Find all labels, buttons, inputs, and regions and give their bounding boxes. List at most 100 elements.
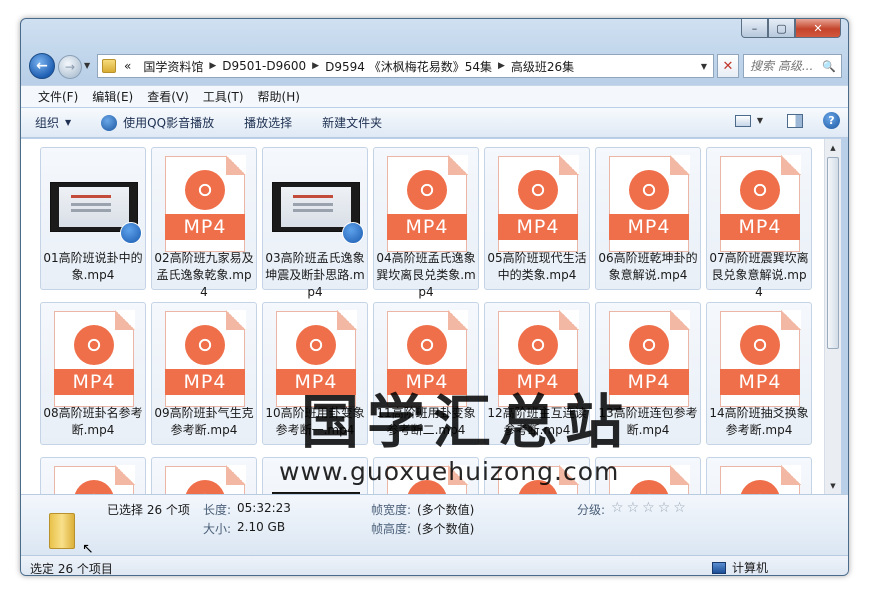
details-pane: 已选择 26 个项 长度: 05:32:23 大小: 2.10 GB 帧宽度: … [21,494,848,555]
new-folder-label: 新建文件夹 [322,116,383,130]
menu-file[interactable]: 文件(F) [31,88,85,105]
file-tile[interactable]: MP4 [151,457,257,494]
file-tile[interactable]: MP4 09高阶班卦气生克参考断.mp4 [151,302,257,445]
file-thumbnail: MP4 [494,154,582,254]
star-icon[interactable]: ☆ [673,501,686,515]
file-tile[interactable]: 01高阶班说卦中的象.mp4 [40,147,146,290]
breadcrumb-separator-icon[interactable]: ▶ [312,61,319,71]
mp4-badge: MP4 [720,369,800,395]
file-name: 09高阶班卦气生克参考断.mp4 [154,406,254,437]
scroll-up-icon[interactable]: ▲ [825,139,841,156]
menu-edit[interactable]: 编辑(E) [85,88,140,105]
mp4-badge: MP4 [54,369,134,395]
breadcrumb-overflow[interactable]: « [118,59,137,73]
mp4-badge: MP4 [609,214,689,240]
vertical-scrollbar[interactable]: ▲ ▼ [824,139,841,494]
status-bar: 选定 26 个项目 计算机 [21,555,848,576]
breadcrumb-item[interactable]: D9594 《沐枫梅花易数》54集 [319,58,498,75]
star-icon[interactable]: ☆ [642,501,655,515]
page-fold [670,465,690,485]
length-value: 05:32:23 [237,501,291,515]
breadcrumb-separator-icon[interactable]: ▶ [498,61,505,71]
search-input[interactable] [744,59,822,73]
close-button[interactable]: ✕ [795,19,841,38]
breadcrumb-item[interactable]: 国学资料馆 [137,58,209,75]
file-tile[interactable]: MP4 06高阶班乾坤卦的象意解说.mp4 [595,147,701,290]
file-name: 04高阶班孟氏逸象巽坎离艮兑类象.mp4 [376,251,476,299]
organize-button[interactable]: 组织 ▼ [35,114,71,131]
mp4-badge: MP4 [498,214,578,240]
menu-help[interactable]: 帮助(H) [251,88,307,105]
breadcrumb-separator-icon[interactable]: ▶ [209,61,216,71]
explorer-window: – ▢ ✕ ← → ▼ « 国学资料馆 ▶ D9501-D9600 ▶ D959… [20,18,849,576]
file-tile[interactable]: MP4 07高阶班震巽坎离艮兑象意解说.mp4 [706,147,812,299]
frame-width-label: 帧宽度: [371,503,412,517]
file-tile[interactable]: MP4 [706,457,812,494]
file-tile[interactable]: MP4 08高阶班卦名参考断.mp4 [40,302,146,445]
scroll-thumb[interactable] [827,157,839,349]
film-reel-icon [185,170,225,210]
scroll-down-icon[interactable]: ▼ [825,477,841,494]
file-tile[interactable]: MP4 04高阶班孟氏逸象巽坎离艮兑类象.mp4 [373,147,479,299]
menu-bar: 文件(F) 编辑(E) 查看(V) 工具(T) 帮助(H) [21,85,848,107]
page-fold [448,310,468,330]
address-dropdown-icon[interactable]: ▼ [695,62,713,71]
page-fold [226,155,246,175]
selection-count: 已选择 26 个项 [107,503,190,517]
page-fold [115,465,135,485]
mp4-file-icon: MP4 [165,155,246,252]
maximize-button[interactable]: ▢ [768,19,795,38]
star-icon[interactable]: ☆ [611,501,624,515]
chevron-down-icon[interactable]: ▼ [757,116,763,125]
breadcrumb-item[interactable]: D9501-D9600 [216,59,312,73]
new-folder-button[interactable]: 新建文件夹 [322,114,382,131]
status-selection-text: 选定 26 个项目 [30,562,113,576]
file-thumbnail: MP4 [716,464,804,494]
chevron-down-icon: ▼ [65,118,72,127]
file-thumbnail: MP4 [383,154,471,254]
search-icon[interactable]: 🔍 [822,60,836,73]
arrow-right-icon: → [64,60,76,74]
navigation-row: ← → ▼ « 国学资料馆 ▶ D9501-D9600 ▶ D9594 《沐枫梅… [29,52,842,80]
page-fold [781,465,801,485]
command-bar: 组织 ▼ 使用QQ影音播放 播放选择 新建文件夹 ▼ ? [21,108,848,138]
file-list: 01高阶班说卦中的象.mp4 MP4 02高阶班九家易及孟氏逸象乾象.mp4 03高阶… [21,139,824,494]
rating-stars[interactable]: ☆ ☆ ☆ ☆ ☆ [611,501,686,515]
file-thumbnail: MP4 [716,154,804,254]
search-box[interactable]: 🔍 [743,54,842,78]
address-bar[interactable]: « 国学资料馆 ▶ D9501-D9600 ▶ D9594 《沐枫梅花易数》54… [97,54,714,78]
file-tile[interactable]: MP4 14高阶班抽爻换象参考断.mp4 [706,302,812,445]
help-icon[interactable]: ? [823,112,840,129]
file-tile[interactable]: 03高阶班孟氏逸象坤震及断卦思路.mp4 [262,147,368,299]
organize-label: 组织 [35,116,60,130]
file-tile[interactable]: MP4 05高阶班现代生活中的类象.mp4 [484,147,590,290]
address-clear-button[interactable]: ✕ [717,54,739,78]
star-icon[interactable]: ☆ [627,501,640,515]
forward-button[interactable]: → [58,55,82,79]
mp4-badge: MP4 [165,214,245,240]
size-label: 大小: [203,522,232,536]
folder-icon [102,59,116,73]
film-reel-icon [629,325,669,365]
qq-play-button[interactable]: 使用QQ影音播放 [101,114,214,131]
page-fold [781,310,801,330]
minimize-button[interactable]: – [741,19,768,38]
file-tile[interactable]: MP4 02高阶班九家易及孟氏逸象乾象.mp4 [151,147,257,299]
mp4-file-icon: MP4 [165,465,246,494]
page-fold [115,310,135,330]
film-reel-icon [407,170,447,210]
recent-pages-dropdown[interactable]: ▼ [84,61,90,70]
breadcrumb-item[interactable]: 高级班26集 [505,58,580,75]
star-icon[interactable]: ☆ [658,501,671,515]
page-fold [559,155,579,175]
menu-view[interactable]: 查看(V) [140,88,196,105]
file-thumbnail: MP4 [605,154,693,254]
file-tile[interactable]: MP4 [40,457,146,494]
preview-pane-icon[interactable] [787,113,803,128]
view-mode-icon[interactable] [734,114,751,127]
back-button[interactable]: ← [29,53,55,79]
play-selection-button[interactable]: 播放选择 [244,114,292,131]
menu-tools[interactable]: 工具(T) [196,88,251,105]
film-reel-icon [74,325,114,365]
page-fold [226,465,246,485]
